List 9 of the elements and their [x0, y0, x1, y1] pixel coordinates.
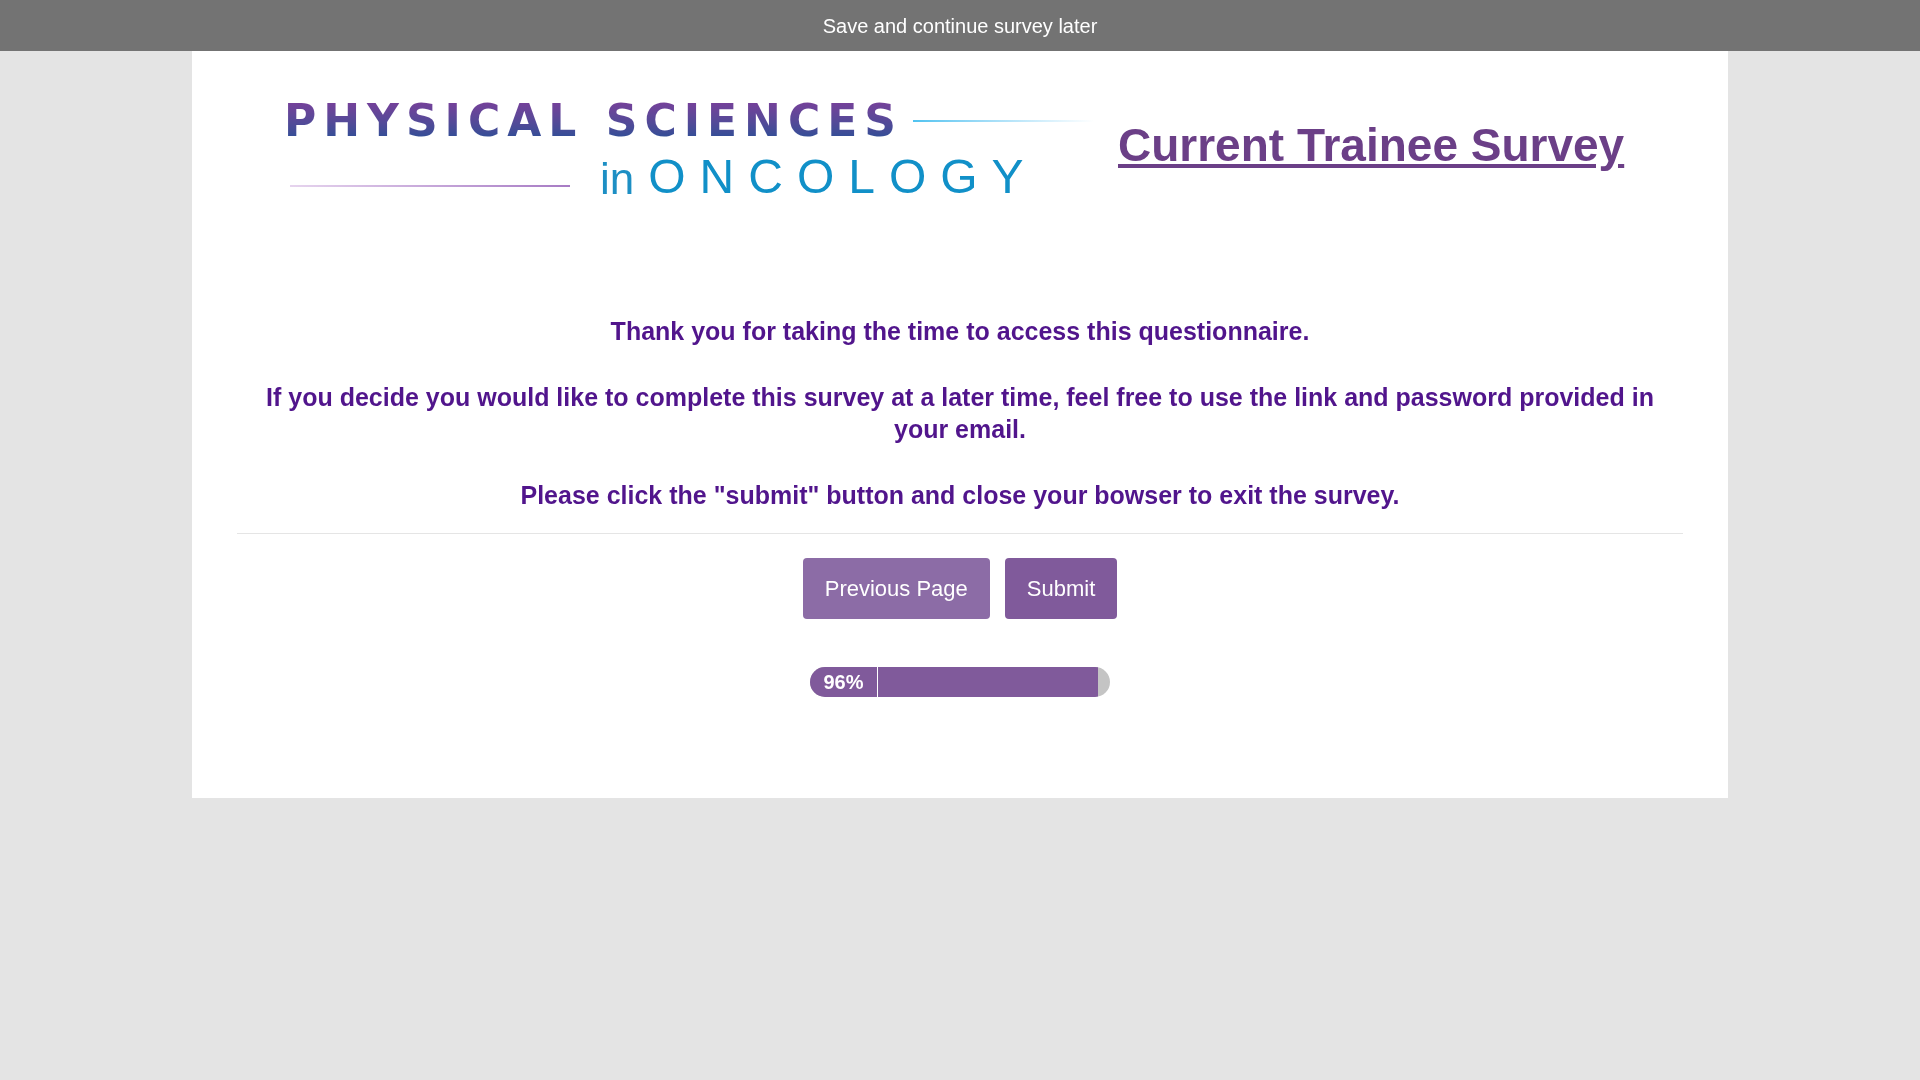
survey-title[interactable]: Current Trainee Survey	[1118, 110, 1625, 180]
save-later-link[interactable]: Save and continue survey later	[822, 10, 1098, 41]
message-text: Thank you for taking the time to access this questionnaire.	[610, 316, 1310, 347]
message-text: If you decide you would like to complete this survey at a later time, feel free to use the link and password provided in your email.	[265, 382, 1655, 445]
message-text: Please click the "submit" button and close your bowser to exit the survey.	[520, 480, 1400, 511]
progress-label: 96%	[810, 667, 878, 697]
submit-button[interactable]: Submit	[1004, 558, 1118, 619]
logo: PHYSICAL SCIENCES in ONCOLOGY	[284, 99, 1094, 201]
previous-page-button[interactable]: Previous Page	[802, 558, 990, 619]
